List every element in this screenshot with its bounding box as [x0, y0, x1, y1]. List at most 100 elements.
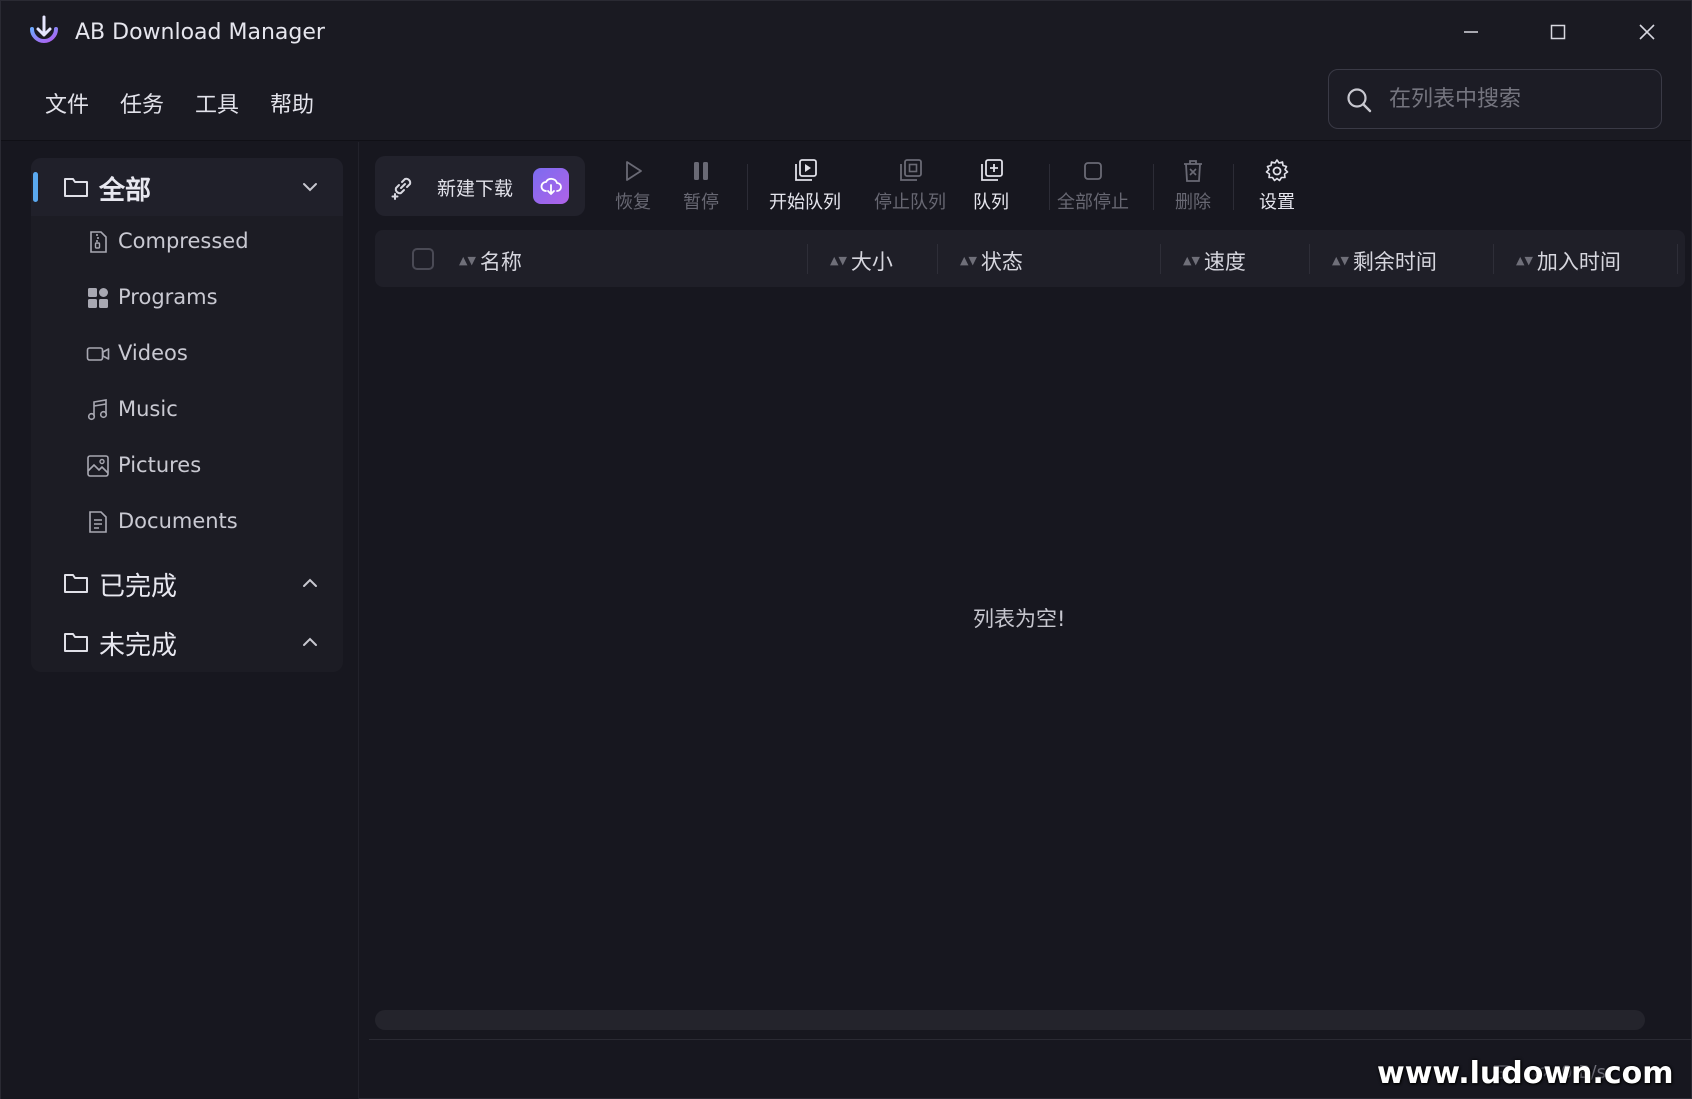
sort-icon: ▲▼ — [1183, 254, 1200, 267]
column-status[interactable]: ▲▼ 状态 — [960, 246, 1023, 276]
sidebar-item-compressed[interactable]: Compressed — [86, 220, 326, 264]
compressed-icon — [90, 231, 107, 253]
stop-all-label: 全部停止 — [1057, 192, 1129, 213]
videos-icon — [86, 347, 110, 361]
toolbar-divider — [1049, 164, 1050, 210]
pause-icon — [694, 162, 708, 180]
sidebar-item-label: Pictures — [118, 453, 202, 477]
active-indicator — [33, 172, 38, 202]
delete-button[interactable]: 删除 — [1153, 158, 1233, 218]
column-divider[interactable] — [1309, 244, 1310, 274]
column-name[interactable]: ▲▼ 名称 — [459, 246, 522, 276]
sort-icon: ▲▼ — [1516, 254, 1533, 267]
programs-icon — [88, 288, 108, 308]
horizontal-scrollbar[interactable] — [375, 1010, 1645, 1030]
app-logo-icon — [30, 15, 58, 43]
column-date-added[interactable]: ▲▼ 加入时间 — [1516, 246, 1621, 276]
category-finished[interactable]: 已完成 — [31, 554, 343, 612]
column-time-left[interactable]: ▲▼ 剩余时间 — [1332, 246, 1437, 276]
menu-tasks[interactable]: 任务 — [120, 87, 164, 119]
play-icon — [626, 161, 642, 181]
toolbar-divider — [1233, 164, 1234, 210]
column-size-label: 大小 — [850, 250, 893, 274]
sidebar-item-label: Music — [118, 397, 178, 421]
sidebar-item-videos[interactable]: Videos — [86, 332, 326, 376]
start-queue-button[interactable]: 开始队列 — [763, 158, 847, 218]
new-download-button[interactable]: 新建下载 — [375, 156, 585, 216]
stop-queue-label: 停止队列 — [874, 192, 946, 213]
sidebar-item-music[interactable]: Music — [86, 388, 326, 432]
cloud-download-button[interactable] — [533, 168, 569, 204]
column-divider[interactable] — [1677, 244, 1678, 274]
add-link-icon — [391, 177, 412, 200]
sidebar-item-label: Compressed — [118, 229, 249, 253]
start-queue-icon — [795, 159, 817, 181]
column-divider[interactable] — [807, 244, 808, 274]
sidebar: 全部 Compressed Programs Videos Music Pict… — [1, 142, 359, 1099]
sort-icon: ▲▼ — [960, 254, 977, 267]
stop-all-button[interactable]: 全部停止 — [1051, 158, 1135, 218]
category-finished-label: 已完成 — [99, 572, 178, 602]
chevron-down-icon[interactable] — [301, 178, 319, 196]
menu-help[interactable]: 帮助 — [270, 87, 314, 119]
chevron-up-icon[interactable] — [301, 633, 319, 651]
search-icon — [1347, 88, 1372, 113]
title-bar[interactable]: AB Download Manager — [1, 1, 1691, 67]
column-time-left-label: 剩余时间 — [1352, 250, 1437, 274]
settings-label: 设置 — [1259, 192, 1295, 213]
search-input[interactable] — [1389, 70, 1649, 128]
column-date-added-label: 加入时间 — [1536, 250, 1621, 274]
sort-icon: ▲▼ — [459, 254, 476, 267]
close-button[interactable] — [1617, 9, 1677, 55]
sidebar-item-programs[interactable]: Programs — [86, 276, 326, 320]
menu-file[interactable]: 文件 — [45, 87, 89, 119]
maximize-icon — [1550, 24, 1566, 40]
category-unfinished[interactable]: 未完成 — [31, 613, 343, 671]
stop-icon — [1084, 162, 1102, 180]
search-box[interactable] — [1328, 69, 1662, 129]
chevron-up-icon[interactable] — [301, 574, 319, 592]
settings-button[interactable]: 设置 — [1237, 158, 1317, 218]
column-divider[interactable] — [937, 244, 938, 274]
queue-icon — [981, 159, 1003, 181]
column-size[interactable]: ▲▼ 大小 — [830, 246, 893, 276]
category-all[interactable]: 全部 — [31, 158, 343, 216]
sidebar-item-label: Programs — [118, 285, 218, 309]
gear-icon — [1265, 159, 1289, 182]
stop-queue-button[interactable]: 停止队列 — [868, 158, 952, 218]
pause-button[interactable]: 暂停 — [661, 158, 741, 218]
sidebar-item-label: Videos — [118, 341, 188, 365]
new-download-label: 新建下载 — [437, 178, 514, 200]
minimize-button[interactable] — [1441, 9, 1501, 55]
column-divider[interactable] — [1493, 244, 1494, 274]
toolbar-divider — [747, 164, 748, 210]
column-speed[interactable]: ▲▼ 速度 — [1183, 246, 1246, 276]
app-window: AB Download Manager 文件 任务 工具 帮助 在列表中搜索 全… — [0, 0, 1692, 1099]
close-icon — [1639, 24, 1655, 40]
folder-icon — [64, 633, 88, 652]
pause-label: 暂停 — [683, 192, 719, 213]
sidebar-item-pictures[interactable]: Pictures — [86, 444, 326, 488]
documents-icon — [89, 511, 107, 533]
start-queue-label: 开始队列 — [769, 192, 841, 213]
trash-icon — [1184, 160, 1202, 182]
column-divider[interactable] — [1160, 244, 1161, 274]
cloud-download-icon — [540, 177, 562, 195]
select-all-checkbox[interactable] — [412, 248, 434, 270]
window-title: AB Download Manager — [75, 20, 325, 45]
menu-tools[interactable]: 工具 — [195, 87, 239, 119]
empty-list-message: 列表为空! — [973, 607, 1066, 631]
stop-queue-icon — [900, 159, 922, 181]
folder-icon — [64, 178, 88, 197]
sidebar-item-documents[interactable]: Documents — [86, 500, 326, 544]
table-header: ▲▼ 名称 ▲▼ 大小 ▲▼ 状态 ▲▼ 速度 ▲▼ 剩余时间 ▲▼ 加入时间 — [375, 230, 1685, 287]
category-all-label: 全部 — [99, 176, 152, 206]
folder-icon — [64, 574, 88, 593]
category-unfinished-label: 未完成 — [99, 631, 178, 661]
column-status-label: 状态 — [980, 250, 1023, 274]
toolbar: 新建下载 恢复 暂停 开始队列 停止队列 队列 全部停止 删除 设置 — [375, 156, 1685, 222]
queue-button[interactable]: 队列 — [951, 158, 1031, 218]
maximize-button[interactable] — [1528, 9, 1588, 55]
column-speed-label: 速度 — [1203, 250, 1246, 274]
category-panel: 全部 Compressed Programs Videos Music Pict… — [31, 158, 343, 672]
